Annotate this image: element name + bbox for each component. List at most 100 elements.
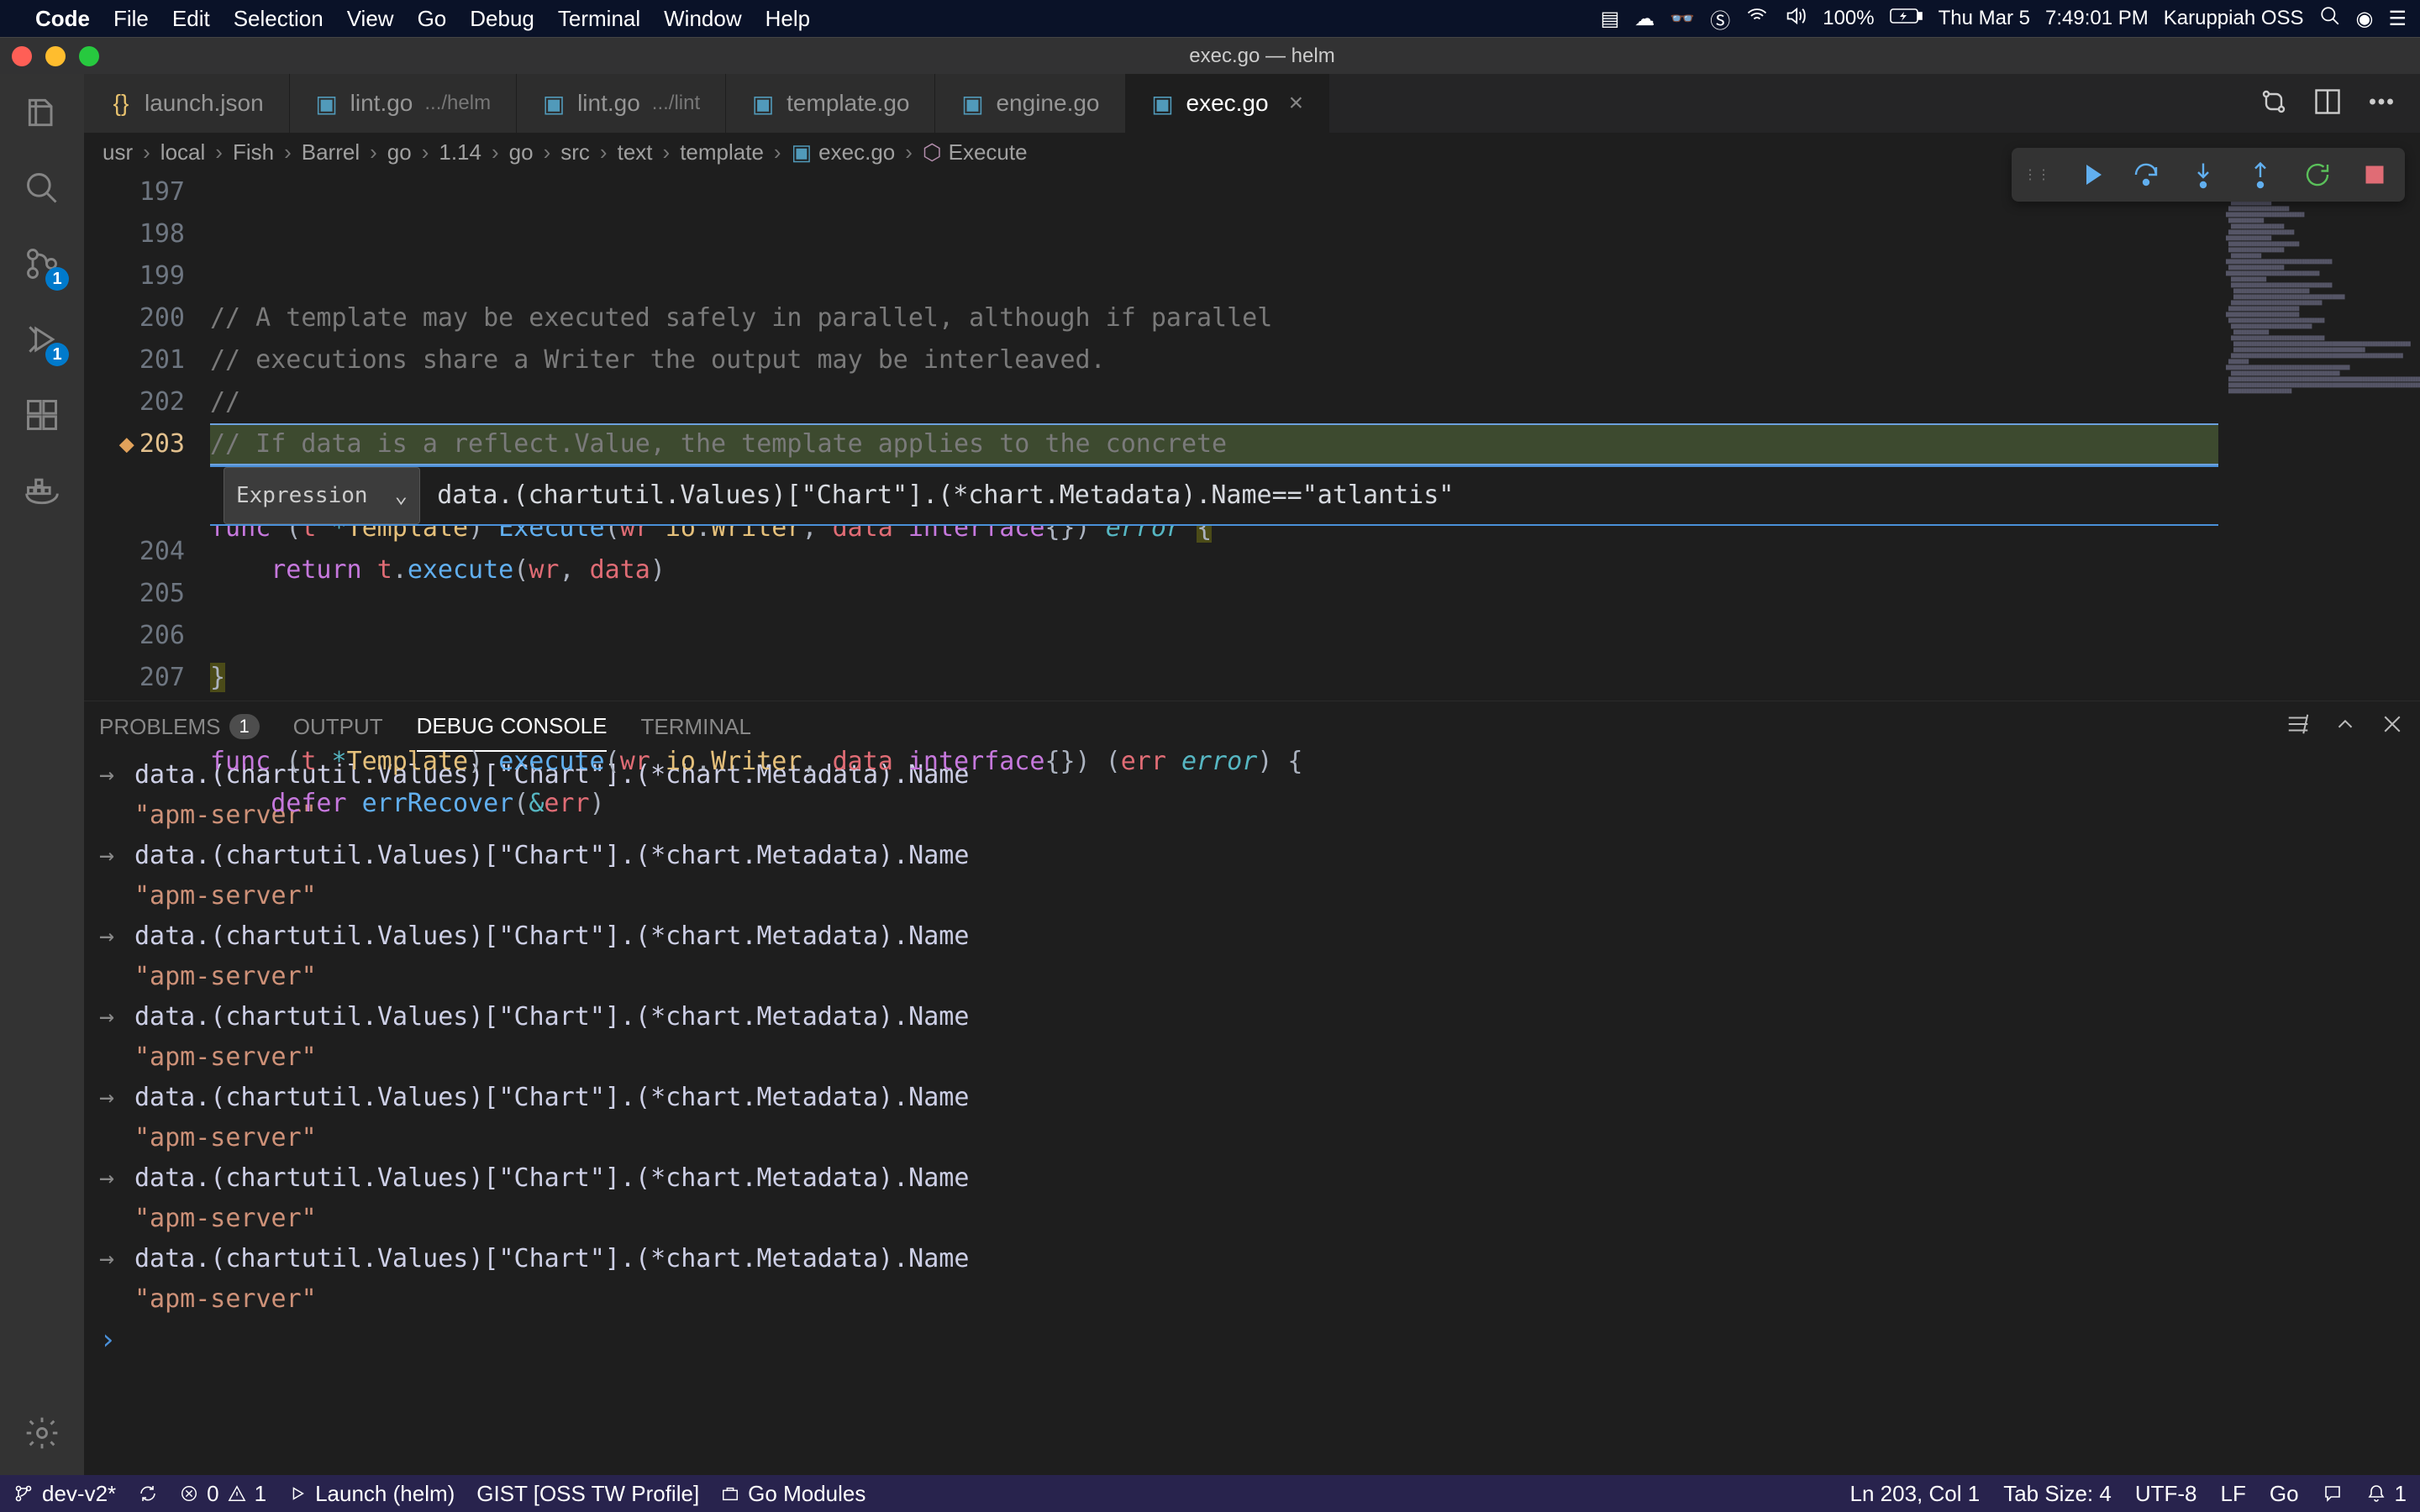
tab-hint: .../lint — [652, 92, 700, 115]
menu-window[interactable]: Window — [664, 6, 741, 32]
sync-button[interactable] — [138, 1483, 158, 1504]
step-into-button[interactable] — [2185, 156, 2222, 193]
status-bar: dev-v2* 0 1 Launch (helm) GIST [OSS TW P… — [0, 1475, 2420, 1512]
editor[interactable]: 197198199200201202◆203204205206207 // A … — [84, 171, 2420, 701]
crumb[interactable]: template — [680, 139, 764, 165]
menu-terminal[interactable]: Terminal — [558, 6, 640, 32]
app-name[interactable]: Code — [35, 6, 90, 32]
close-tab-icon[interactable]: × — [1289, 89, 1304, 118]
compare-changes-icon[interactable] — [2259, 87, 2289, 121]
editor-tabs: {} launch.json ▣ lint.go .../helm ▣ lint… — [84, 74, 2420, 133]
code-area[interactable]: // A template may be executed safely in … — [210, 171, 2218, 701]
settings-gear-icon[interactable] — [17, 1408, 67, 1458]
window-close-icon[interactable] — [12, 46, 32, 66]
feedback-icon[interactable] — [2323, 1483, 2343, 1504]
close-panel-icon[interactable] — [2380, 711, 2405, 743]
crumb[interactable]: go — [509, 139, 534, 165]
git-branch[interactable]: dev-v2* — [13, 1481, 116, 1507]
menu-selection[interactable]: Selection — [234, 6, 324, 32]
crumb[interactable]: local — [160, 139, 205, 165]
tab-lint-go-lint[interactable]: ▣ lint.go .../lint — [517, 74, 726, 133]
volume-icon[interactable] — [1784, 4, 1807, 34]
cursor-position[interactable]: Ln 203, Col 1 — [1850, 1481, 1981, 1507]
tab-launch-json[interactable]: {} launch.json — [84, 74, 290, 133]
tab-engine-go[interactable]: ▣ engine.go — [935, 74, 1125, 133]
window-title: exec.go — helm — [1189, 45, 1334, 68]
tab-label: launch.json — [145, 90, 264, 117]
wifi-icon[interactable] — [1745, 4, 1769, 34]
notification-center-icon[interactable]: ☰ — [2388, 7, 2407, 31]
debug-toolbar[interactable]: ⋮⋮ — [2012, 148, 2405, 202]
crumb[interactable]: Fish — [233, 139, 274, 165]
menubar-user[interactable]: Karuppiah OSS — [2164, 7, 2304, 30]
crumb[interactable]: src — [560, 139, 590, 165]
expression-type-dropdown[interactable]: Expression ⌄ — [224, 467, 420, 524]
crumb[interactable]: text — [618, 139, 653, 165]
crumb[interactable]: ⬡ Execute — [923, 139, 1028, 165]
expression-input[interactable]: data.(chartutil.Values)["Chart"].(*chart… — [437, 475, 1454, 517]
docker-icon[interactable] — [17, 465, 67, 516]
expression-label: Expression — [236, 475, 368, 517]
menu-edit[interactable]: Edit — [172, 6, 210, 32]
drag-handle-icon[interactable]: ⋮⋮ — [2023, 166, 2050, 183]
continue-button[interactable] — [2070, 156, 2107, 193]
collapse-panel-icon[interactable] — [2333, 711, 2358, 743]
eol[interactable]: LF — [2221, 1481, 2246, 1507]
chevron-down-icon: ⌄ — [395, 475, 408, 517]
menu-go[interactable]: Go — [418, 6, 447, 32]
menubar-date[interactable]: Thu Mar 5 — [1939, 7, 2030, 30]
window-zoom-icon[interactable] — [79, 46, 99, 66]
tab-lint-go-helm[interactable]: ▣ lint.go .../helm — [290, 74, 517, 133]
menu-debug[interactable]: Debug — [470, 6, 534, 32]
minimap[interactable]: █████████████████████████████ ██████████… — [2218, 171, 2420, 701]
battery-icon[interactable] — [1890, 7, 1923, 31]
menubar-time[interactable]: 7:49:01 PM — [2045, 7, 2149, 30]
spotlight-icon[interactable] — [2319, 5, 2341, 33]
explorer-icon[interactable] — [17, 87, 67, 138]
menu-help[interactable]: Help — [765, 6, 810, 32]
notifications[interactable]: 1 — [2366, 1481, 2407, 1507]
go-file-icon: ▣ — [960, 92, 984, 115]
menu-file[interactable]: File — [113, 6, 149, 32]
crumb[interactable]: usr — [103, 139, 133, 165]
breakpoint-icon[interactable]: ◆203 — [84, 423, 185, 465]
siri-icon[interactable]: ◉ — [2356, 7, 2374, 31]
console-prompt-icon[interactable]: › — [99, 1320, 116, 1360]
run-debug-icon[interactable]: 1 — [17, 314, 67, 365]
gist-profile[interactable]: GIST [OSS TW Profile] — [476, 1481, 699, 1507]
go-modules-status[interactable]: Go Modules — [721, 1481, 865, 1507]
activity-bar: 1 1 — [0, 74, 84, 1475]
restart-button[interactable] — [2299, 156, 2336, 193]
crumb[interactable]: go — [387, 139, 412, 165]
encoding[interactable]: UTF-8 — [2135, 1481, 2197, 1507]
go-file-icon: ▣ — [542, 92, 566, 115]
tray-icon[interactable]: ☁ — [1634, 7, 1655, 31]
crumb[interactable]: ▣ exec.go — [792, 139, 896, 165]
battery-percent: 100% — [1823, 7, 1874, 30]
tray-icon[interactable]: 👓 — [1670, 7, 1695, 31]
tab-exec-go[interactable]: ▣ exec.go × — [1126, 74, 1330, 133]
step-out-button[interactable] — [2242, 156, 2279, 193]
line-gutter: 197198199200201202◆203204205206207 — [84, 171, 210, 701]
split-editor-icon[interactable] — [2312, 87, 2343, 121]
source-control-icon[interactable]: 1 — [17, 239, 67, 289]
tab-label: lint.go — [350, 90, 413, 117]
tab-template-go[interactable]: ▣ template.go — [726, 74, 935, 133]
language-mode[interactable]: Go — [2270, 1481, 2299, 1507]
stop-button[interactable] — [2356, 156, 2393, 193]
more-actions-icon[interactable] — [2366, 87, 2396, 121]
json-file-icon: {} — [109, 92, 133, 115]
search-icon[interactable] — [17, 163, 67, 213]
tray-icon[interactable]: Ⓢ — [1710, 4, 1730, 34]
crumb[interactable]: Barrel — [302, 139, 360, 165]
problems-status[interactable]: 0 1 — [180, 1481, 266, 1507]
tray-icon[interactable]: ▤ — [1601, 7, 1620, 31]
step-over-button[interactable] — [2128, 156, 2165, 193]
clear-console-icon[interactable] — [2286, 711, 2311, 743]
menu-view[interactable]: View — [347, 6, 394, 32]
crumb[interactable]: 1.14 — [439, 139, 481, 165]
indentation[interactable]: Tab Size: 4 — [2003, 1481, 2112, 1507]
extensions-icon[interactable] — [17, 390, 67, 440]
launch-config[interactable]: Launch (helm) — [288, 1481, 455, 1507]
window-minimize-icon[interactable] — [45, 46, 66, 66]
